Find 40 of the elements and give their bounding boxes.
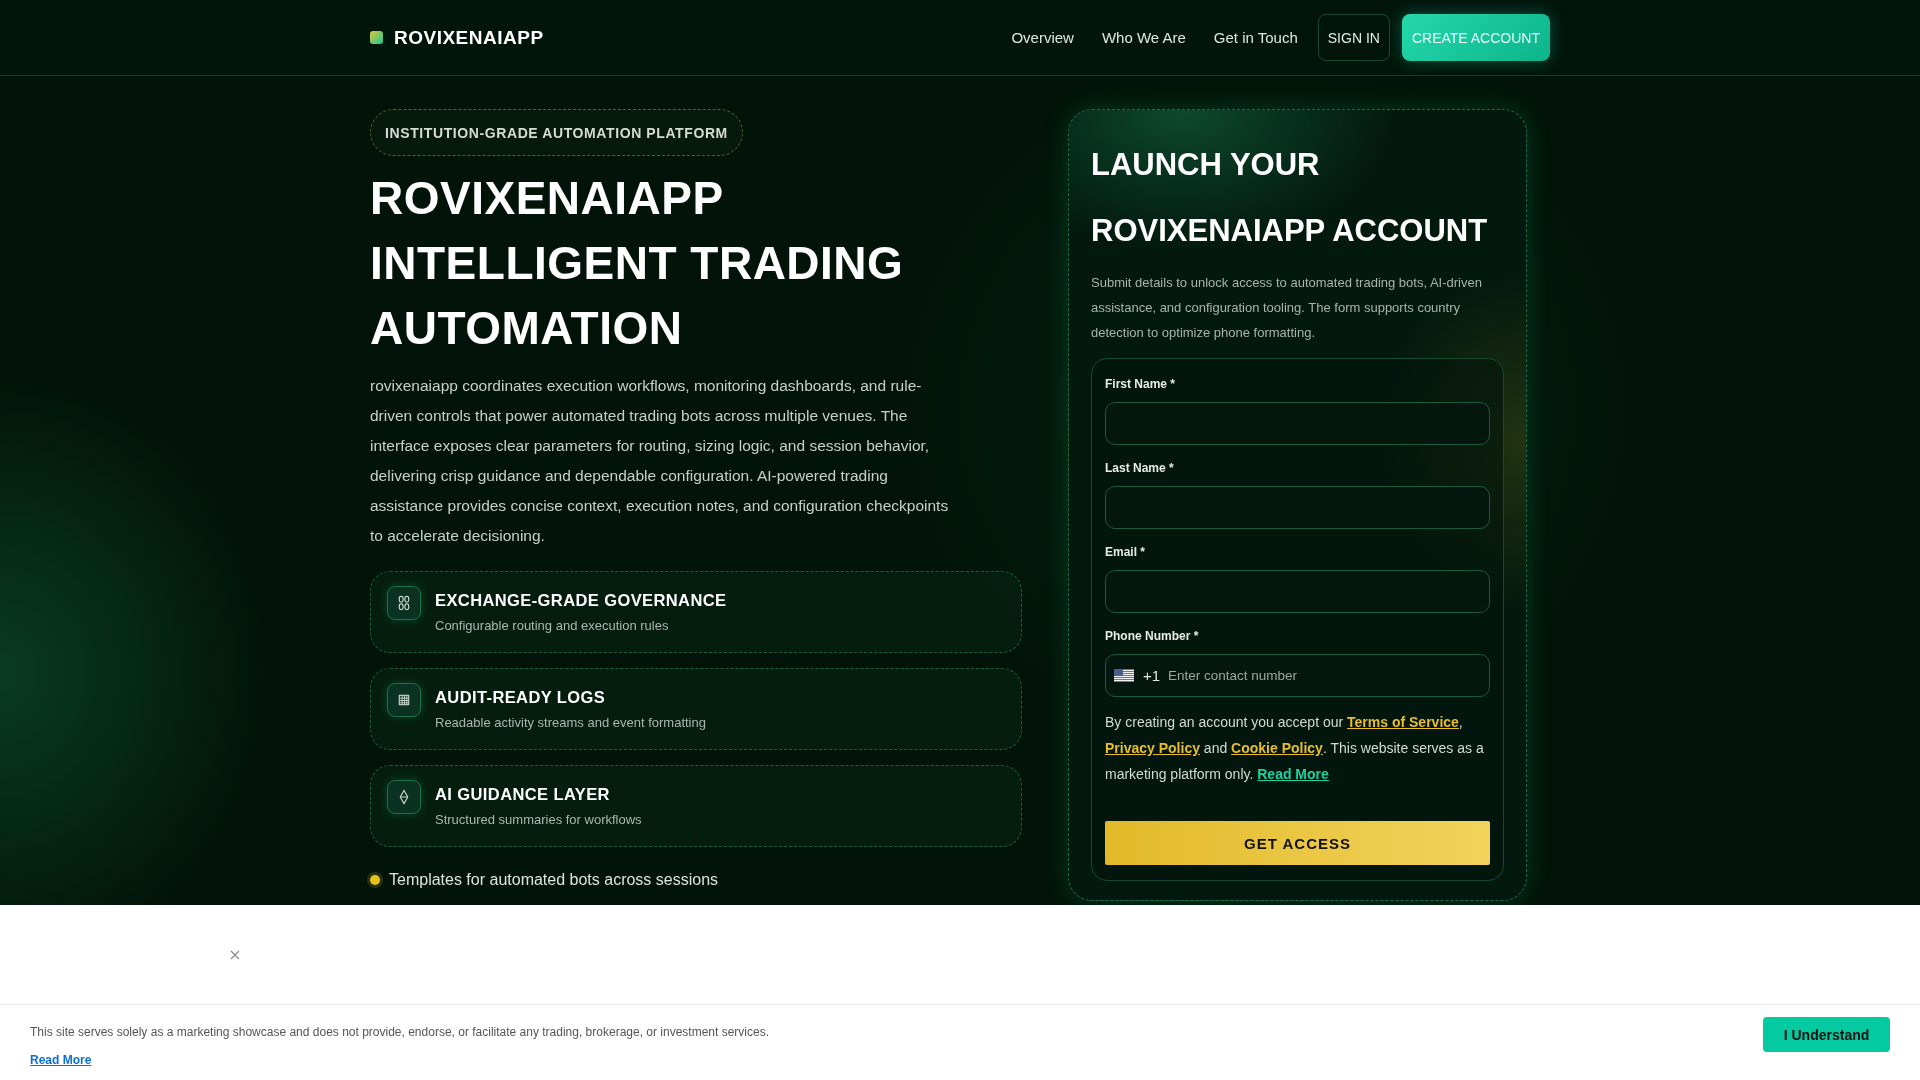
policy-link[interactable]: Privacy Policy [1105, 740, 1200, 756]
input-field[interactable] [1105, 570, 1490, 613]
grid-icon [387, 683, 421, 717]
sign-in-button[interactable]: SIGN IN [1317, 14, 1390, 61]
consent-text: By creating an account you accept our Terms of Service, Privacy Policy and Cookie Policy. This website serves as a marketing platform only. Read More [1105, 713, 1485, 784]
tagline-badge: INSTITUTION-GRADE AUTOMATION PLATFORM [370, 109, 743, 156]
read-more-link[interactable]: Read More [1257, 766, 1329, 782]
input-field[interactable] [1105, 486, 1490, 529]
signup-heading: LAUNCH YOUR ROVIXENAIAPP ACCOUNT [1091, 146, 1489, 250]
nav-link[interactable]: Get in Touch [1213, 29, 1298, 46]
nav-link[interactable]: Overview [1011, 29, 1074, 46]
understand-button[interactable]: I Understand [1763, 1017, 1890, 1052]
chain-icon [387, 586, 421, 620]
close-icon[interactable] [230, 949, 240, 960]
get-access-button[interactable]: GET ACCESS [1105, 821, 1490, 865]
feature-subtitle: Readable activity streams and event formatting [435, 715, 706, 730]
bullet-text: Templates for automated bots across sessions [389, 871, 719, 889]
logo-text[interactable]: ROVIXENAIAPP [394, 26, 544, 49]
logo-icon [370, 31, 383, 44]
hero-heading: ROVIXENAIAPP INTELLIGENT TRADING AUTOMATION [370, 171, 905, 356]
field-label: First Name * [1105, 377, 1177, 391]
feature-title: AI GUIDANCE LAYER [435, 785, 610, 804]
signup-description: Submit details to unlock access to automated trading bots, AI-driven assistance, and configuration tooling. The form supports country detection to optimize phone formatting. [1091, 274, 1483, 342]
policy-link[interactable]: Cookie Policy [1231, 740, 1323, 756]
flag-icon[interactable] [1114, 669, 1134, 682]
feature-subtitle: Configurable routing and execution rules [435, 618, 669, 633]
dot-icon [370, 875, 380, 885]
hero-description: rovixenaiapp coordinates execution workflows, monitoring dashboards, and rule-driven controls that power automated trading bots across multiple venues. The interface exposes clear parameters for routing, sizing logic, and session behavior, delivering crisp guidance and dependable configuration. AI-powered trading assistance provides concise context, execution notes, and configuration checkpoints to accelerate decisioning. [370, 376, 950, 546]
read-more-link[interactable]: Read More [30, 1053, 92, 1067]
field-label: Phone Number * [1105, 629, 1200, 643]
feature-title: EXCHANGE-GRADE GOVERNANCE [435, 591, 727, 610]
country-code: +1 [1143, 667, 1161, 684]
policy-link[interactable]: Terms of Service [1347, 714, 1459, 730]
disclaimer-text: This site serves solely as a marketing showcase and does not provide, endorse, or facilitate any trading, brokerage, or investment services. [30, 1025, 770, 1039]
feature-title: AUDIT-READY LOGS [435, 688, 606, 707]
nav-link[interactable]: Who We Are [1101, 29, 1186, 46]
feature-subtitle: Structured summaries for workflows [435, 812, 642, 827]
input-field[interactable] [1105, 402, 1490, 445]
field-label: Email * [1105, 545, 1147, 559]
field-label: Last Name * [1105, 461, 1175, 475]
